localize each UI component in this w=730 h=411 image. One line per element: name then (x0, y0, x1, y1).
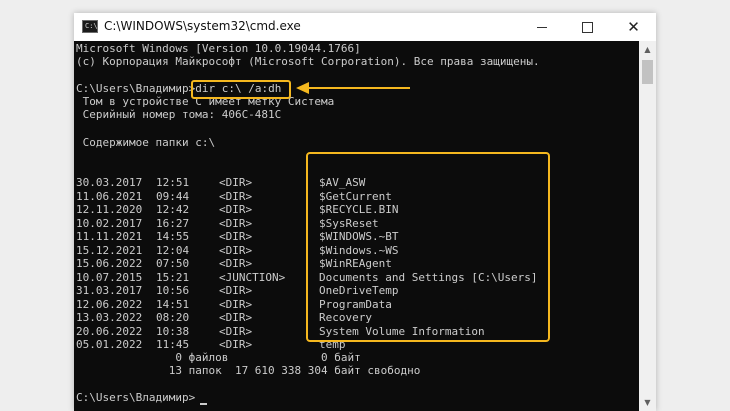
volume-serial-line: Серийный номер тома: 406C-481C (76, 108, 282, 121)
minimize-icon (536, 26, 547, 28)
entry-type: <DIR> (219, 311, 253, 324)
entry-type: <DIR> (219, 216, 253, 230)
console-icon: C:\ (82, 20, 98, 33)
entry-date: 30.03.2017 (76, 176, 143, 189)
entry-time: 11:45 (156, 338, 190, 351)
prompt: C:\Users\Владимир> (76, 82, 196, 95)
final-prompt: C:\Users\Владимир> (76, 391, 196, 404)
entry-time: 10:56 (156, 284, 190, 297)
summary-files-line: 0 файлов 0 байт (76, 351, 361, 364)
entry-type: <DIR> (219, 284, 253, 297)
entry-type: <DIR> (219, 338, 253, 351)
entry-time: 16:27 (156, 216, 190, 230)
entry-time: 09:44 (156, 189, 190, 203)
entry-time: 15:21 (156, 270, 190, 284)
console-header-line: Microsoft Windows [Version 10.0.19044.17… (76, 42, 361, 55)
entry-time: 14:51 (156, 297, 190, 311)
entry-type: <DIR> (219, 324, 253, 338)
folder-header-line: Содержимое папки c:\ (76, 136, 216, 149)
command-highlight (191, 80, 291, 99)
entry-type: <DIR> (219, 257, 253, 270)
entry-time: 10:38 (156, 324, 190, 338)
entry-time: 07:50 (156, 257, 190, 270)
entry-date: 12.06.2022 (76, 297, 143, 311)
hidden-folders-highlight (306, 152, 550, 342)
entry-date: 15.06.2022 (76, 257, 143, 270)
entry-type: <DIR> (219, 189, 253, 203)
entry-date: 10.02.2017 (76, 216, 143, 230)
maximize-button[interactable] (565, 13, 610, 41)
console-icon-text: C:\ (85, 22, 98, 30)
scroll-thumb[interactable] (642, 60, 653, 84)
vertical-scrollbar[interactable]: ▲ ▼ (639, 41, 656, 411)
entry-time: 12:04 (156, 243, 190, 257)
title-bar[interactable]: C:\ C:\WINDOWS\system32\cmd.exe ✕ (74, 13, 656, 41)
entry-type: <DIR> (219, 203, 253, 216)
entry-date: 13.03.2022 (76, 311, 143, 324)
scroll-down-icon[interactable]: ▼ (639, 394, 656, 411)
entry-date: 12.11.2020 (76, 203, 143, 216)
entry-time: 12:51 (156, 176, 190, 189)
entry-date: 11.11.2021 (76, 230, 143, 243)
close-icon: ✕ (627, 17, 640, 36)
entry-time: 12:42 (156, 203, 190, 216)
entry-date: 31.03.2017 (76, 284, 143, 297)
entry-type: <JUNCTION> (219, 270, 286, 284)
entry-date: 15.12.2021 (76, 243, 143, 257)
minimize-button[interactable] (519, 13, 564, 41)
window-title: C:\WINDOWS\system32\cmd.exe (104, 19, 301, 33)
left-arrow-icon (296, 82, 410, 94)
summary-dirs-line: 13 папок 17 610 338 304 байт свободно (76, 364, 421, 377)
entry-date: 05.01.2022 (76, 338, 143, 351)
entry-type: <DIR> (219, 243, 253, 257)
console-header-line: (c) Корпорация Майкрософт (Microsoft Cor… (76, 55, 540, 68)
scroll-up-icon[interactable]: ▲ (639, 41, 656, 58)
entry-type: <DIR> (219, 176, 253, 189)
entry-time: 08:20 (156, 311, 190, 324)
maximize-icon (582, 21, 593, 33)
text-cursor (200, 403, 207, 405)
close-button[interactable]: ✕ (611, 13, 656, 41)
entry-date: 20.06.2022 (76, 324, 143, 338)
entry-type: <DIR> (219, 230, 253, 243)
entry-time: 14:55 (156, 230, 190, 243)
entry-type: <DIR> (219, 297, 253, 311)
entry-date: 11.06.2021 (76, 189, 143, 203)
entry-date: 10.07.2015 (76, 270, 143, 284)
